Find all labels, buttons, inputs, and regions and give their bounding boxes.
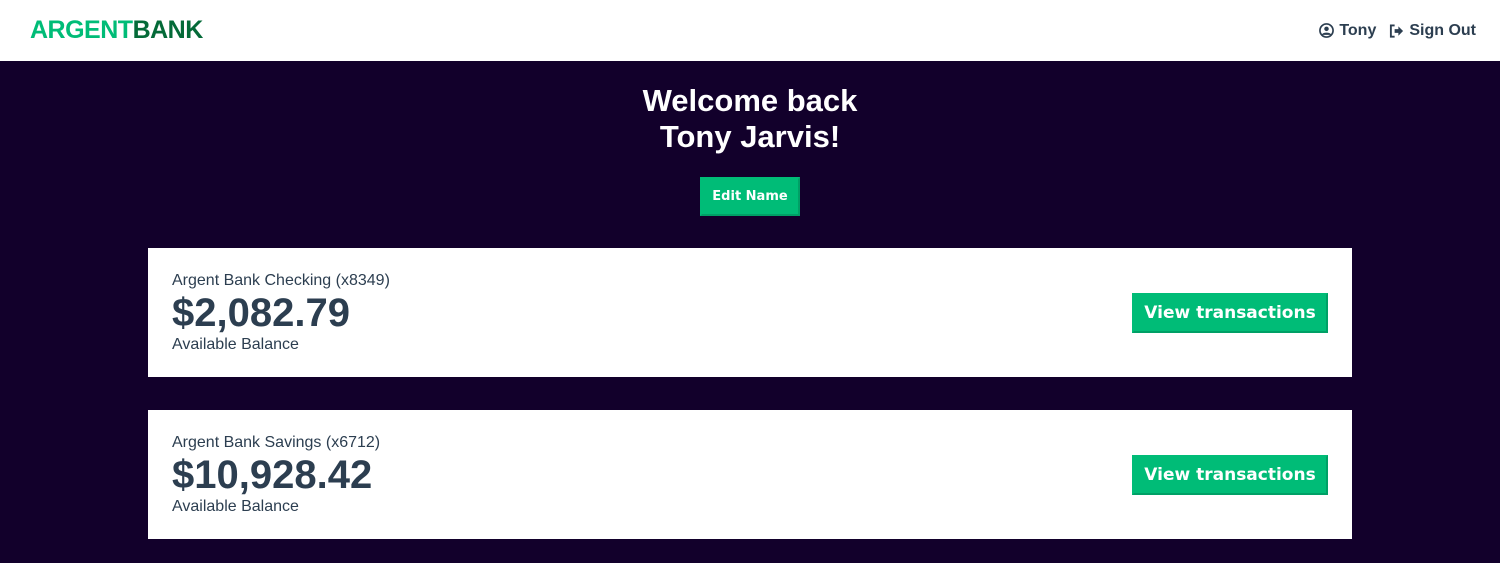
view-transactions-button[interactable]: View transactions	[1132, 454, 1328, 495]
user-circle-icon	[1318, 23, 1334, 39]
account-amount: $10,928.42	[172, 452, 373, 497]
sign-out-link[interactable]: Sign Out	[1388, 22, 1476, 40]
logo-text-argent: ARGENT	[30, 16, 133, 44]
view-transactions-button[interactable]: View transactions	[1132, 292, 1328, 333]
nav-actions: Tony Sign Out	[1318, 22, 1476, 40]
main-content: Welcome back Tony Jarvis! Edit Name Arge…	[0, 61, 1500, 563]
account-amount-description: Available Balance	[172, 497, 299, 515]
account-info: Argent Bank Checking (x8349) $2,082.79 A…	[172, 271, 390, 355]
user-name-label: Tony	[1339, 21, 1377, 39]
account-info: Argent Bank Savings (x6712) $10,928.42 A…	[172, 433, 380, 517]
top-navbar: ARGENT BANK Tony Sign Out	[0, 0, 1500, 61]
welcome-heading: Welcome back Tony Jarvis!	[0, 83, 1500, 155]
account-card-savings: Argent Bank Savings (x6712) $10,928.42 A…	[148, 410, 1352, 539]
account-title: Argent Bank Checking (x8349)	[172, 271, 390, 289]
account-title: Argent Bank Savings (x6712)	[172, 433, 381, 451]
account-card-checking: Argent Bank Checking (x8349) $2,082.79 A…	[148, 248, 1352, 377]
argent-bank-logo[interactable]: ARGENT BANK	[30, 16, 203, 45]
edit-name-button[interactable]: Edit Name	[700, 177, 800, 216]
welcome-line-1: Welcome back	[642, 83, 858, 118]
account-amount-description: Available Balance	[172, 335, 299, 353]
sign-out-icon	[1388, 23, 1404, 39]
account-amount: $2,082.79	[172, 290, 350, 335]
welcome-header: Welcome back Tony Jarvis! Edit Name	[0, 83, 1500, 216]
welcome-user-name: Tony Jarvis!	[659, 119, 841, 154]
logo-text-bank: BANK	[132, 16, 204, 44]
user-profile-link[interactable]: Tony	[1318, 22, 1376, 40]
sign-out-label: Sign Out	[1409, 21, 1476, 39]
